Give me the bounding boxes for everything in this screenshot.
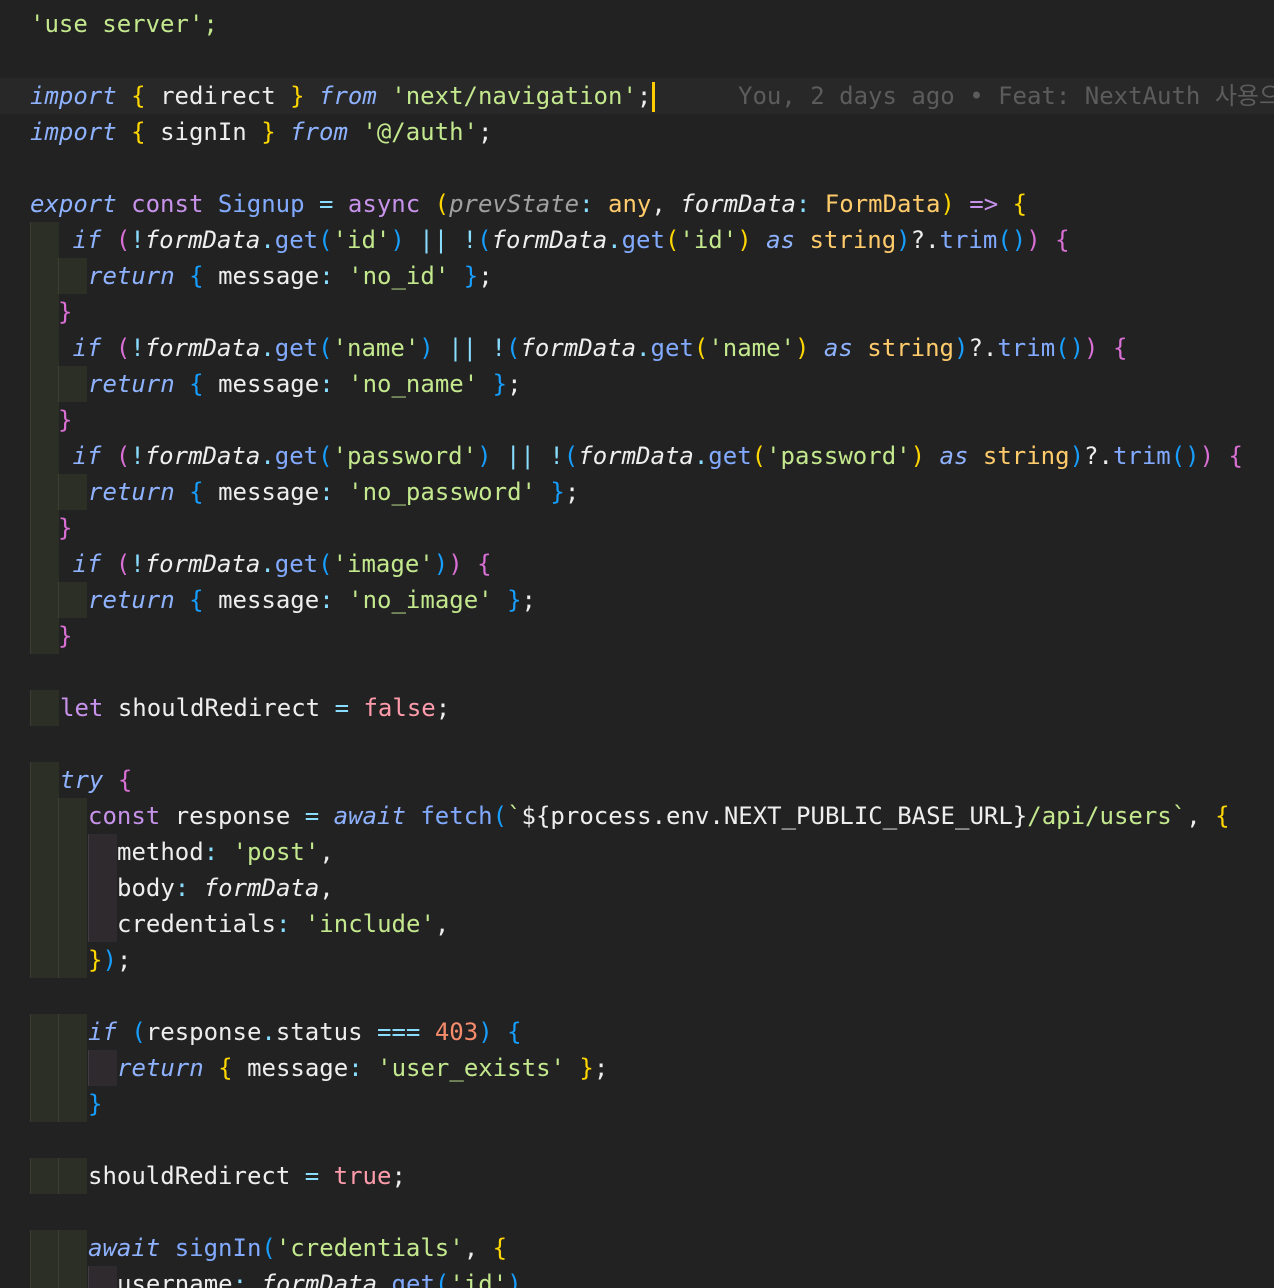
code-line: const response = await fetch(`${process.… [0,798,1274,834]
code-line: if (!formData.get('password') || !(formD… [0,438,1274,474]
code-line: } [0,1086,1274,1122]
code-line: let shouldRedirect = false; [0,690,1274,726]
code-line: return { message: 'no_name' }; [0,366,1274,402]
code-line-current: import { redirect } from 'next/navigatio… [0,78,1274,114]
code-editor[interactable]: 'use server'; import { redirect } from '… [0,0,1274,1288]
code-line: return { message: 'no_id' }; [0,258,1274,294]
code-line: await signIn('credentials', { [0,1230,1274,1266]
code-line: if (!formData.get('id') || !(formData.ge… [0,222,1274,258]
code-line: if (response.status === 403) { [0,1014,1274,1050]
code-line: body: formData, [0,870,1274,906]
code-line: } [0,618,1274,654]
code-line: 'use server'; [30,10,218,38]
git-blame-annotation: You, 2 days ago • Feat: NextAuth 사용으 [738,82,1274,110]
code-line: return { message: 'no_image' }; [0,582,1274,618]
code-line: shouldRedirect = true; [0,1158,1274,1194]
code-line: credentials: 'include', [0,906,1274,942]
code-line: try { [0,762,1274,798]
code-line: return { message: 'no_password' }; [0,474,1274,510]
code-line: }); [0,942,1274,978]
code-line: if (!formData.get('image')) { [0,546,1274,582]
code-line: } [0,402,1274,438]
code-line: if (!formData.get('name') || !(formData.… [0,330,1274,366]
code-line: method: 'post', [0,834,1274,870]
code-line: } [0,510,1274,546]
code-line: username: formData.get('id'), [0,1266,1274,1288]
text-cursor [652,82,656,112]
code-line: export const Signup = async (prevState: … [30,190,1028,218]
code-line: import { signIn } from '@/auth'; [30,118,493,146]
code-line: } [0,294,1274,330]
code-line: return { message: 'user_exists' }; [0,1050,1274,1086]
